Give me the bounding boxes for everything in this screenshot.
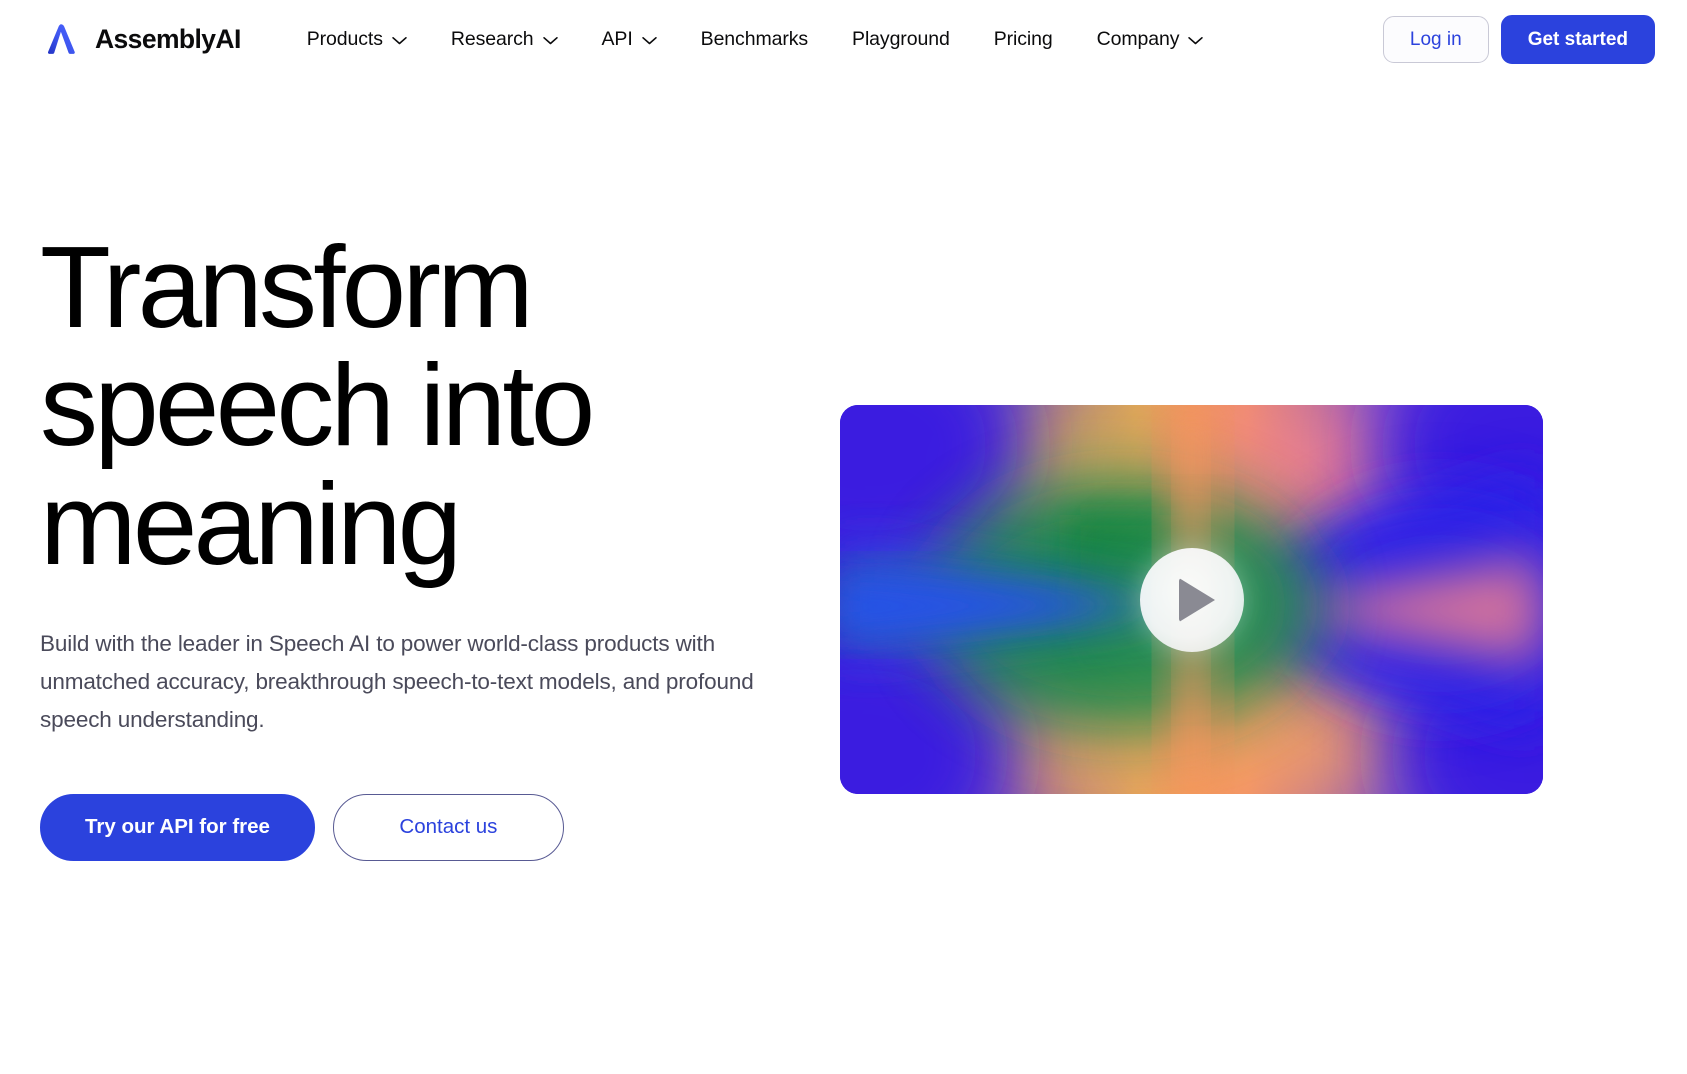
nav-item-label: Pricing (993, 27, 1053, 50)
hero-subtitle: Build with the leader in Speech AI to po… (40, 630, 754, 732)
header-actions: Log in Get started (1382, 14, 1655, 64)
lambda-logo-icon (40, 18, 82, 60)
nav-item-products[interactable]: Products (285, 18, 429, 61)
chevron-down-icon (392, 33, 407, 45)
login-button[interactable]: Log in (1382, 15, 1489, 63)
hero-title-line-1: Transform (40, 222, 534, 352)
brand-name: AssemblyAI (95, 23, 241, 54)
page-title: Transform speech into meaning (40, 228, 660, 583)
hero-cta-group: Try our API for free Contact us (40, 794, 840, 861)
nav-item-label: Research (450, 27, 534, 50)
nav-item-research[interactable]: Research (429, 18, 580, 61)
nav-item-label: API (601, 27, 633, 50)
get-started-button[interactable]: Get started (1500, 14, 1655, 64)
brand-logo-link[interactable]: AssemblyAI (40, 18, 241, 60)
nav-item-label: Benchmarks (700, 27, 809, 50)
site-header: AssemblyAI Products Research API Benchma… (0, 0, 1687, 78)
video-thumbnail[interactable] (840, 405, 1543, 794)
hero-copy: Transform speech into meaning Build with… (40, 78, 840, 861)
nav-item-benchmarks[interactable]: Benchmarks (679, 18, 830, 61)
hero-title-line-3: meaning (40, 458, 462, 589)
nav-item-company[interactable]: Company (1075, 18, 1226, 61)
nav-item-label: Products (306, 27, 383, 50)
play-button[interactable] (1139, 547, 1244, 652)
main-navigation: Products Research API Benchmarks Playgro… (285, 18, 1226, 61)
chevron-down-icon (542, 33, 558, 45)
nav-item-api[interactable]: API (580, 18, 679, 61)
play-triangle-icon (1179, 577, 1215, 622)
nav-item-pricing[interactable]: Pricing (972, 18, 1075, 61)
chevron-down-icon (641, 33, 657, 45)
nav-item-label: Company (1096, 27, 1180, 50)
hero-section: Transform speech into meaning Build with… (0, 78, 1687, 861)
nav-item-playground[interactable]: Playground (830, 18, 972, 61)
nav-item-label: Playground (852, 27, 950, 50)
try-api-free-button[interactable]: Try our API for free (40, 794, 315, 861)
hero-media (840, 78, 1647, 794)
chevron-down-icon (1188, 33, 1204, 45)
hero-title-line-2: speech into (40, 340, 595, 471)
contact-us-button[interactable]: Contact us (332, 794, 564, 861)
